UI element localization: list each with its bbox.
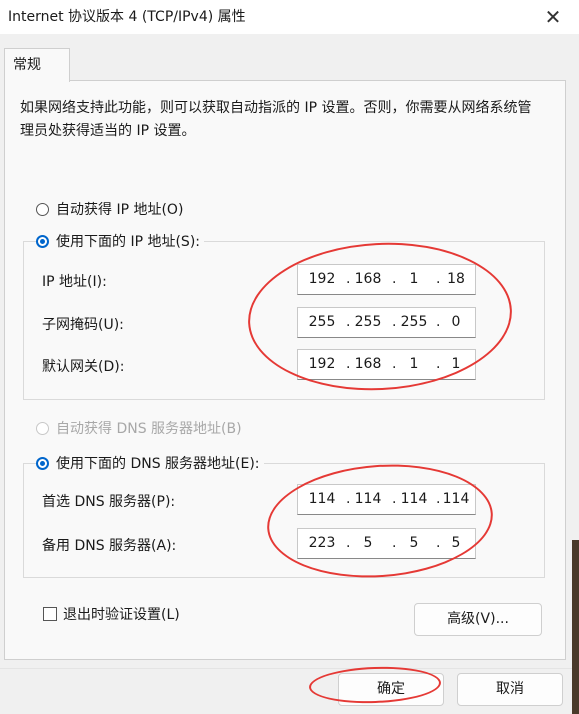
octet: 0: [451, 314, 461, 330]
default-gateway-field[interactable]: 192. 168. 1. 1: [297, 349, 476, 380]
manual-ip-radio-circle: [36, 234, 49, 248]
octet: 168: [354, 356, 382, 372]
octet: 255: [400, 314, 428, 330]
octet: 114: [308, 491, 336, 507]
octet: 18: [447, 271, 465, 287]
ip-address-field[interactable]: 192. 168. 1. 18: [297, 264, 476, 295]
window-title: Internet 协议版本 4 (TCP/IPv4) 属性: [8, 9, 246, 25]
validate-on-exit-label: 退出时验证设置(L): [63, 607, 180, 623]
octet: 192: [308, 356, 336, 372]
manual-ip-radio[interactable]: 使用下面的 IP 地址(S):: [36, 231, 204, 251]
octet: 5: [363, 535, 373, 551]
footer-divider: [0, 668, 579, 669]
octet: 5: [451, 535, 461, 551]
alternate-dns-label: 备用 DNS 服务器(A):: [42, 538, 177, 554]
background-window-edge: [572, 540, 579, 714]
cancel-button[interactable]: 取消: [457, 673, 563, 706]
octet: 1: [451, 356, 461, 372]
default-gateway-label: 默认网关(D):: [42, 359, 125, 375]
octet: 168: [354, 271, 382, 287]
auto-ip-label: 自动获得 IP 地址(O): [56, 202, 184, 218]
manual-dns-label: 使用下面的 DNS 服务器地址(E):: [56, 456, 260, 472]
dns-group-box: [23, 463, 545, 578]
manual-ip-label: 使用下面的 IP 地址(S):: [56, 234, 200, 250]
octet: 114: [400, 491, 428, 507]
auto-ip-radio[interactable]: 自动获得 IP 地址(O): [36, 199, 183, 219]
octet: 255: [308, 314, 336, 330]
tab-general[interactable]: 常规: [4, 48, 70, 82]
subnet-mask-field[interactable]: 255. 255. 255. 0: [297, 307, 476, 338]
subnet-mask-label: 子网掩码(U):: [42, 317, 124, 333]
auto-dns-label: 自动获得 DNS 服务器地址(B): [56, 421, 242, 437]
validate-on-exit-checkbox[interactable]: 退出时验证设置(L): [43, 604, 180, 624]
ip-address-label: IP 地址(I):: [42, 274, 107, 290]
octet: 255: [354, 314, 382, 330]
manual-dns-radio[interactable]: 使用下面的 DNS 服务器地址(E):: [36, 453, 264, 473]
manual-dns-radio-circle: [36, 456, 49, 470]
auto-ip-radio-circle: [36, 202, 49, 216]
octet: 1: [409, 271, 419, 287]
preferred-dns-label: 首选 DNS 服务器(P):: [42, 494, 176, 510]
octet: 114: [354, 491, 382, 507]
advanced-button[interactable]: 高级(V)...: [414, 603, 542, 636]
octet: 223: [308, 535, 336, 551]
preferred-dns-field[interactable]: 114. 114. 114. 114: [297, 484, 476, 515]
auto-dns-radio[interactable]: 自动获得 DNS 服务器地址(B): [36, 418, 242, 438]
octet: 192: [308, 271, 336, 287]
checkbox-box: [43, 607, 57, 621]
close-icon[interactable]: ✕: [540, 4, 566, 30]
tab-general-label: 常规: [13, 57, 41, 73]
auto-dns-radio-circle: [36, 421, 49, 435]
description-text: 如果网络支持此功能，则可以获取自动指派的 IP 设置。否则，你需要从网络系统管理…: [20, 100, 532, 139]
alternate-dns-field[interactable]: 223. 5. 5. 5: [297, 528, 476, 559]
ok-button[interactable]: 确定: [338, 673, 444, 706]
octet: 1: [409, 356, 419, 372]
title-bar: Internet 协议版本 4 (TCP/IPv4) 属性 ✕: [0, 0, 579, 34]
octet: 114: [442, 491, 470, 507]
octet: 5: [409, 535, 419, 551]
